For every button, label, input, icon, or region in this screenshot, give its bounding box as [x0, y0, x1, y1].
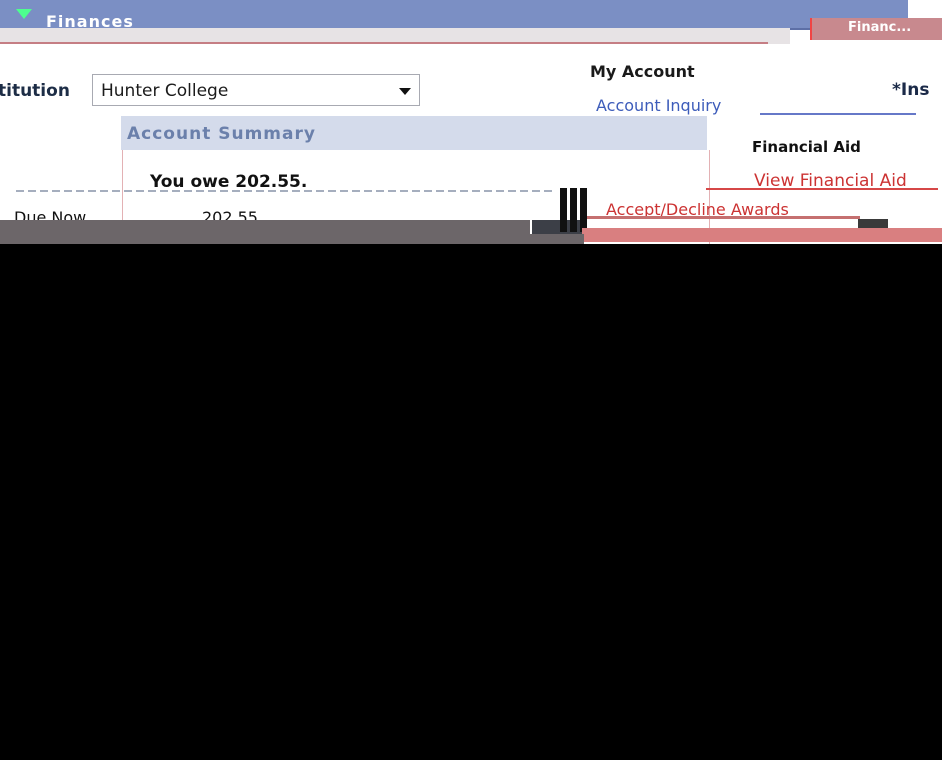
- view-financial-aid-underline: [706, 188, 938, 190]
- chevron-down-icon[interactable]: [399, 88, 411, 95]
- header-right-text: Financ...: [848, 20, 912, 35]
- account-link-underline: [760, 113, 916, 115]
- my-account-title: My Account: [590, 62, 695, 81]
- account-inquiry-link[interactable]: Account Inquiry: [596, 96, 721, 115]
- header-right-strip: Financ...: [810, 18, 942, 40]
- account-summary-title: Account Summary: [127, 124, 316, 144]
- finances-panel: Finances Financ... titution Hunter Colle…: [0, 0, 942, 244]
- dotted-separator: [16, 190, 552, 192]
- account-summary-header: Account Summary: [121, 116, 707, 150]
- institution-select-value: Hunter College: [101, 81, 229, 101]
- vertical-bars-icon: [560, 188, 598, 232]
- screen-frame: Finances Financ... titution Hunter Colle…: [0, 0, 942, 760]
- accept-link-underline: [584, 216, 860, 219]
- bottom-link-strip: [582, 228, 942, 242]
- collapse-triangle-icon[interactable]: [16, 9, 32, 19]
- institution-star-label: *Ins: [892, 80, 930, 100]
- header-gap: [0, 44, 942, 64]
- lower-divider: [0, 220, 530, 234]
- balance-text: You owe 202.55.: [150, 172, 308, 192]
- blackout-region: [0, 244, 942, 760]
- bottom-left-strip: [0, 234, 584, 244]
- financial-aid-title: Financial Aid: [752, 138, 861, 156]
- finances-header[interactable]: Finances: [0, 0, 908, 31]
- institution-label: titution: [0, 81, 70, 101]
- institution-select[interactable]: Hunter College: [92, 74, 420, 106]
